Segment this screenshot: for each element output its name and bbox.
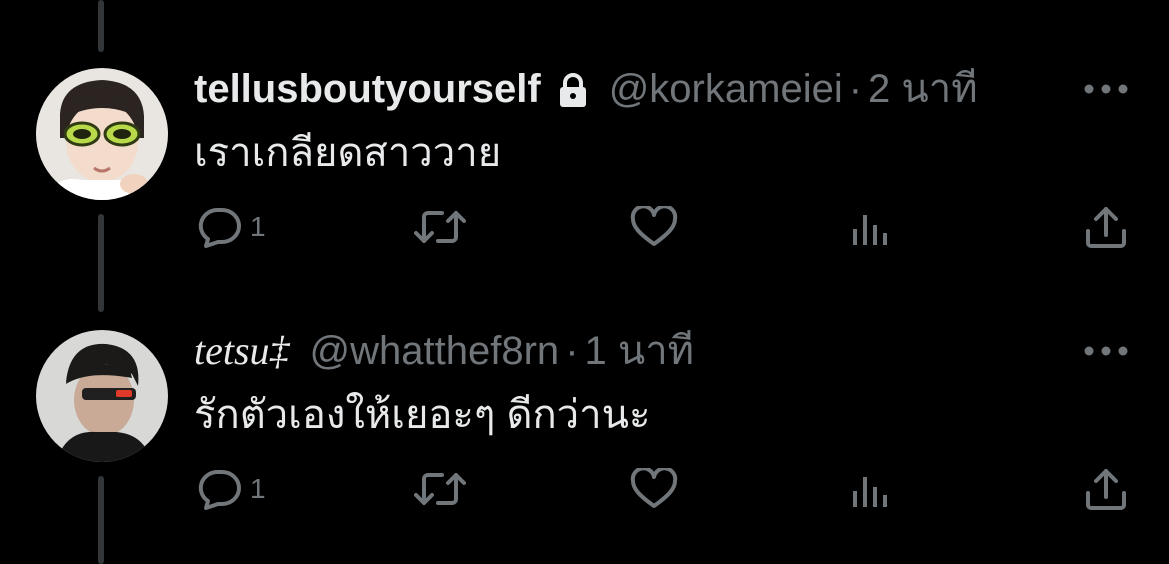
share-button[interactable]: [1084, 464, 1128, 514]
timestamp[interactable]: 1 นาที: [585, 326, 695, 376]
reply-count: 1: [250, 473, 266, 504]
views-icon: [850, 469, 890, 509]
retweet-icon: [414, 207, 466, 247]
reply-count: 1: [250, 211, 266, 242]
tweet-header: tetsu‡ @whatthef8rn · 1 นาที: [194, 326, 1039, 376]
views-button[interactable]: [850, 464, 890, 514]
share-icon: [1084, 467, 1128, 511]
avatar[interactable]: [36, 68, 168, 200]
reply-button[interactable]: 1: [196, 202, 266, 252]
reply-button[interactable]: 1: [196, 464, 266, 514]
tweet-text: เราเกลียดสาววาย: [194, 131, 502, 175]
views-icon: [850, 207, 890, 247]
tweet-text: รักตัวเองให้เยอะๆ ดีกว่านะ: [194, 393, 651, 437]
more-icon[interactable]: [1083, 344, 1129, 358]
user-handle[interactable]: @whatthef8rn: [310, 326, 560, 376]
action-bar: 1: [0, 464, 1169, 514]
user-handle[interactable]: @korkameiei: [609, 64, 843, 114]
lock-icon: [557, 71, 589, 107]
tweet[interactable]: tellusboutyourself @korkameiei · 2 นาที …: [0, 0, 1169, 260]
retweet-icon: [414, 469, 466, 509]
separator-dot: ·: [848, 67, 863, 111]
like-button[interactable]: [630, 464, 678, 514]
display-name[interactable]: tetsu‡: [194, 326, 290, 376]
like-icon: [630, 468, 678, 510]
retweet-button[interactable]: [414, 464, 466, 514]
more-icon[interactable]: [1083, 82, 1129, 96]
share-button[interactable]: [1084, 202, 1128, 252]
avatar[interactable]: [36, 330, 168, 462]
display-name[interactable]: tellusboutyourself: [194, 64, 541, 114]
views-button[interactable]: [850, 202, 890, 252]
reply-icon: [196, 468, 242, 510]
share-icon: [1084, 205, 1128, 249]
reply-icon: [196, 206, 242, 248]
action-bar: 1: [0, 202, 1169, 252]
tweet[interactable]: tetsu‡ @whatthef8rn · 1 นาที รักตัวเองให…: [0, 262, 1169, 522]
like-icon: [630, 206, 678, 248]
like-button[interactable]: [630, 202, 678, 252]
timestamp[interactable]: 2 นาที: [868, 64, 978, 114]
tweet-header: tellusboutyourself @korkameiei · 2 นาที: [194, 64, 1039, 114]
retweet-button[interactable]: [414, 202, 466, 252]
separator-dot: ·: [565, 329, 579, 373]
